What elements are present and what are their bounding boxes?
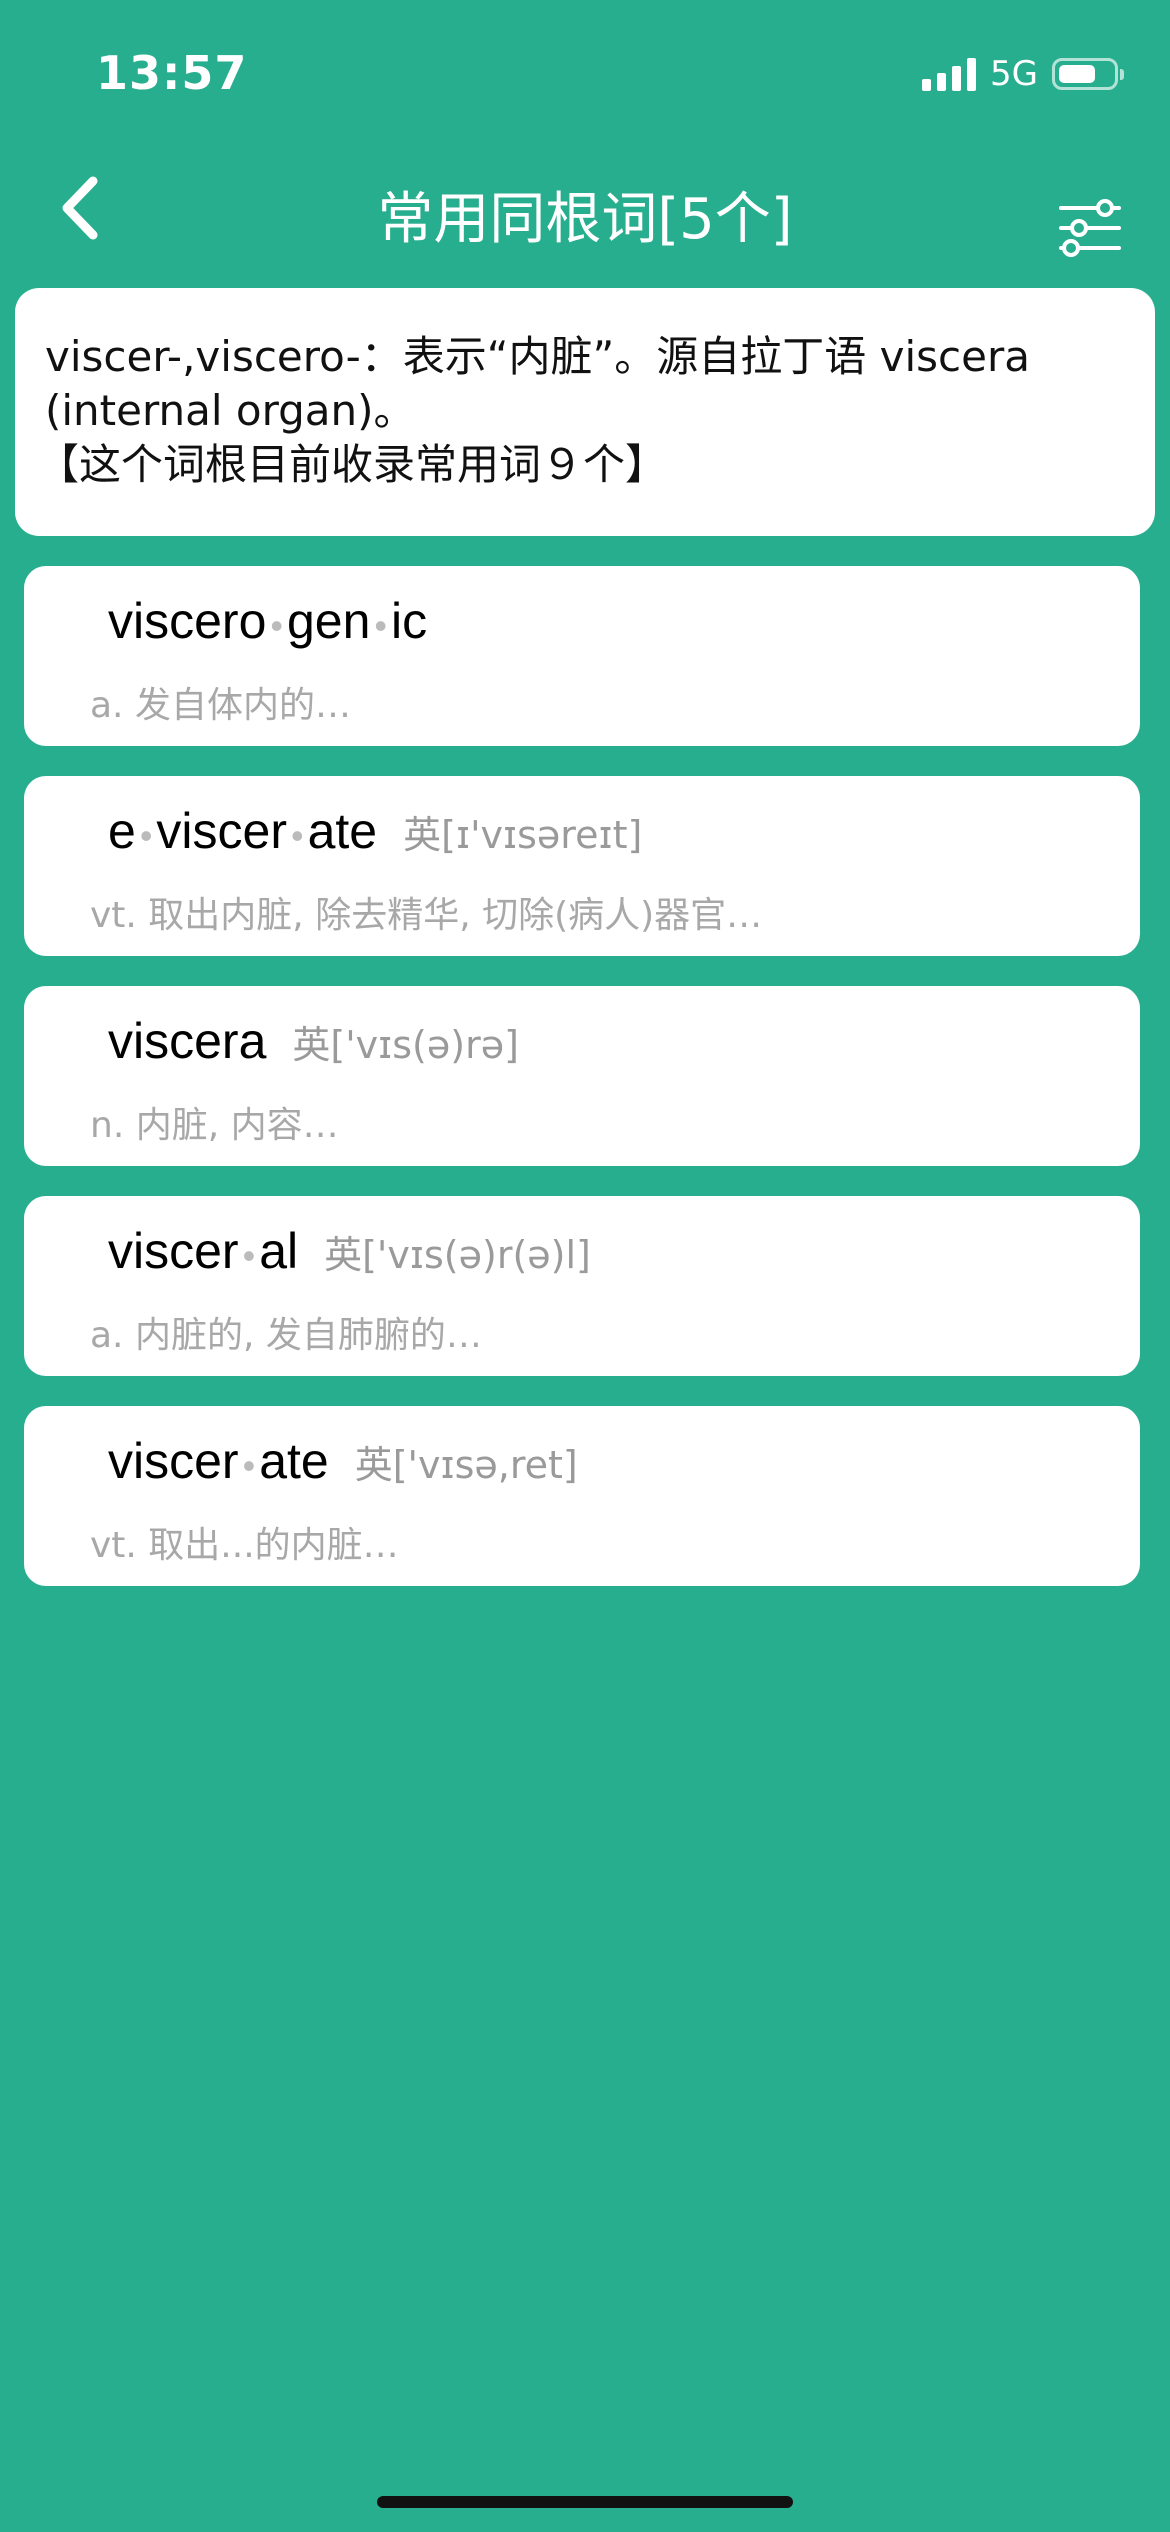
word-text: viscero •gen •ic [108, 592, 427, 650]
word-card[interactable]: viscer •al 英['vɪs(ə)r(ə)l] a. 内脏的, 发自肺腑的… [24, 1196, 1140, 1376]
word-headline: e •viscer •ate 英[ɪ'vɪsəreɪt] [108, 802, 642, 860]
syllable-separator: • [270, 605, 283, 646]
word-part: viscer [156, 803, 287, 859]
word-definition: vt. 取出内脏, 除去精华, 切除(病人)器官… [90, 895, 763, 936]
word-headline: viscero •gen •ic [108, 592, 453, 650]
word-text: e •viscer •ate [108, 802, 377, 860]
root-info-card: viscer-,viscero-：表示“内脏”。源自拉丁语 viscera (i… [15, 288, 1155, 536]
home-indicator[interactable] [377, 2496, 793, 2508]
root-description: viscer-,viscero-：表示“内脏”。源自拉丁语 viscera (i… [45, 332, 1030, 435]
word-phonetic: 英['vɪs(ə)r(ə)l] [324, 1233, 591, 1277]
word-card[interactable]: viscera 英['vɪs(ə)rə] n. 内脏, 内容… [24, 986, 1140, 1166]
network-label: 5G [990, 54, 1038, 94]
word-phonetic: 英['vɪsə,ret] [354, 1443, 578, 1487]
sliders-icon [1059, 199, 1121, 257]
status-time: 13:57 [96, 46, 248, 100]
battery-icon [1052, 58, 1124, 90]
cellular-signal-icon [922, 57, 977, 91]
syllable-separator: • [242, 1445, 256, 1486]
syllable-separator: • [139, 815, 153, 856]
word-list: viscero •gen •ic a. 发自体内的… e •viscer •ate 英[… [24, 566, 1140, 1616]
word-headline: viscer •ate 英['vɪsə,ret] [108, 1432, 578, 1490]
word-part: ic [391, 593, 428, 649]
word-part: viscera [108, 1013, 267, 1069]
nav-bar: 常用同根词[5个] [0, 150, 1170, 280]
root-word-count: 【这个词根目前收录常用词９个】 [37, 440, 668, 489]
word-headline: viscera 英['vɪs(ə)rə] [108, 1012, 519, 1070]
word-card[interactable]: viscer •ate 英['vɪsə,ret] vt. 取出...的内脏… [24, 1406, 1140, 1586]
word-definition: a. 内脏的, 发自肺腑的… [90, 1315, 482, 1356]
word-text: viscer •al [108, 1222, 298, 1280]
word-part: e [108, 803, 136, 859]
word-text: viscera [108, 1012, 266, 1070]
word-definition: vt. 取出...的内脏… [90, 1525, 399, 1566]
word-text: viscer •ate [108, 1432, 329, 1490]
word-part: viscero [108, 593, 267, 649]
word-part: ate [259, 1433, 329, 1489]
word-definition: n. 内脏, 内容… [90, 1105, 339, 1146]
word-definition: a. 发自体内的… [90, 685, 351, 726]
word-part: ate [307, 803, 378, 859]
word-part: al [259, 1223, 299, 1279]
syllable-separator: • [374, 605, 388, 646]
word-phonetic: 英['vɪs(ə)rə] [292, 1023, 519, 1067]
word-part: gen [286, 593, 371, 649]
battery-cap [1120, 69, 1124, 80]
word-phonetic: 英[ɪ'vɪsəreɪt] [403, 813, 643, 857]
page-title: 常用同根词[5个] [377, 187, 793, 252]
word-card[interactable]: e •viscer •ate 英[ɪ'vɪsəreɪt] vt. 取出内脏, 除去精… [24, 776, 1140, 956]
status-indicators: 5G [922, 54, 1124, 94]
syllable-separator: • [291, 815, 304, 856]
word-card[interactable]: viscero •gen •ic a. 发自体内的… [24, 566, 1140, 746]
word-part: viscer [108, 1433, 239, 1489]
filter-button[interactable] [1052, 190, 1128, 266]
syllable-separator: • [242, 1235, 256, 1276]
word-part: viscer [108, 1223, 239, 1279]
word-headline: viscer •al 英['vɪs(ə)r(ə)l] [108, 1222, 591, 1280]
battery-level-fill [1059, 65, 1095, 83]
status-bar: 13:57 5G [0, 0, 1170, 150]
